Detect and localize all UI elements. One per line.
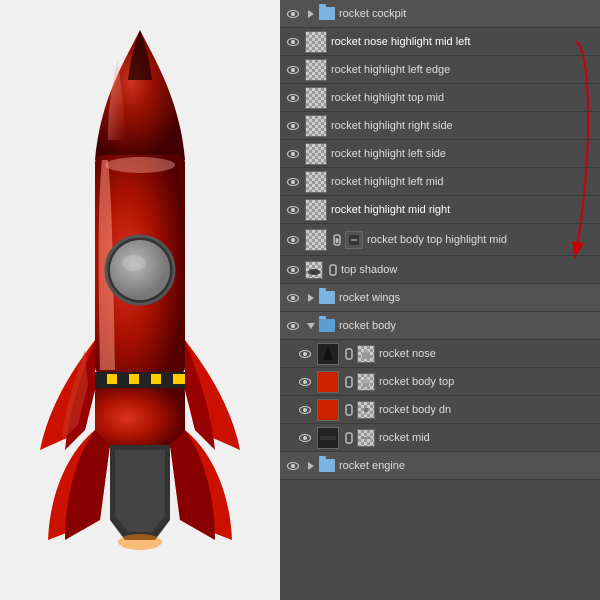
folder-icon xyxy=(319,291,335,304)
visibility-toggle[interactable] xyxy=(284,457,302,475)
layer-name: rocket highlight right side xyxy=(331,120,596,132)
layer-thumbnail xyxy=(305,87,327,109)
visibility-toggle[interactable] xyxy=(284,173,302,191)
layer-item[interactable]: rocket body top highlight mid xyxy=(280,224,600,256)
layer-name: rocket body top highlight mid xyxy=(367,234,596,246)
link-icon xyxy=(343,428,355,448)
layer-thumbnail xyxy=(305,31,327,53)
layer-name: rocket body xyxy=(339,320,596,332)
rocket-illustration-panel xyxy=(0,0,280,600)
layer-thumbnail xyxy=(305,115,327,137)
layer-name: rocket nose highlight mid left xyxy=(331,36,596,48)
layer-name: rocket mid xyxy=(379,432,596,444)
layer-mask-thumbnail xyxy=(357,373,375,391)
layer-mask-thumbnail xyxy=(357,429,375,447)
layer-thumbnail xyxy=(317,399,339,421)
layer-name: rocket body dn xyxy=(379,404,596,416)
layer-name: rocket wings xyxy=(339,292,596,304)
layer-item[interactable]: rocket highlight left side xyxy=(280,140,600,168)
layers-list[interactable]: rocket cockpit rocket nose highlight mid… xyxy=(280,0,600,600)
layer-item[interactable]: rocket highlight mid right xyxy=(280,196,600,224)
layer-name: rocket highlight left side xyxy=(331,148,596,160)
expand-icon[interactable] xyxy=(305,292,317,304)
layer-item[interactable]: rocket wings xyxy=(280,284,600,312)
visibility-toggle[interactable] xyxy=(284,145,302,163)
layer-item[interactable]: rocket highlight right side xyxy=(280,112,600,140)
layer-name: rocket engine xyxy=(339,460,596,472)
folder-icon xyxy=(319,7,335,20)
layer-item[interactable]: rocket highlight left edge xyxy=(280,56,600,84)
link-icon xyxy=(343,344,355,364)
link-icon xyxy=(331,230,343,250)
visibility-toggle[interactable] xyxy=(284,61,302,79)
layer-thumbnail xyxy=(305,143,327,165)
layer-name: rocket highlight left mid xyxy=(331,176,596,188)
expand-icon[interactable] xyxy=(305,460,317,472)
link-icon xyxy=(343,372,355,392)
layer-mask-thumbnail xyxy=(345,231,363,249)
layer-item[interactable]: rocket nose xyxy=(280,340,600,368)
link-icon xyxy=(343,400,355,420)
layer-name: rocket highlight mid right xyxy=(331,204,596,216)
link-icon xyxy=(327,260,339,280)
layer-item[interactable]: rocket cockpit xyxy=(280,0,600,28)
visibility-toggle[interactable] xyxy=(284,317,302,335)
layer-name: rocket highlight left edge xyxy=(331,64,596,76)
layer-name: rocket body top xyxy=(379,376,596,388)
layer-thumbnail xyxy=(305,171,327,193)
layers-panel: PS教程论坛 BBS.16XX8.COM rocket cockpit xyxy=(280,0,600,600)
visibility-toggle[interactable] xyxy=(284,231,302,249)
layer-name: top shadow xyxy=(341,264,596,276)
layer-item[interactable]: rocket body xyxy=(280,312,600,340)
visibility-toggle[interactable] xyxy=(284,117,302,135)
visibility-toggle[interactable] xyxy=(284,289,302,307)
layer-name: rocket highlight top mid xyxy=(331,92,596,104)
layer-name: rocket nose xyxy=(379,348,596,360)
visibility-toggle[interactable] xyxy=(284,33,302,51)
layer-item[interactable]: rocket highlight top mid xyxy=(280,84,600,112)
visibility-toggle[interactable] xyxy=(296,373,314,391)
visibility-toggle[interactable] xyxy=(284,5,302,23)
layer-thumbnail xyxy=(317,427,339,449)
visibility-toggle[interactable] xyxy=(284,89,302,107)
layer-thumbnail xyxy=(305,199,327,221)
layer-item[interactable]: rocket mid xyxy=(280,424,600,452)
layer-item[interactable]: rocket body dn xyxy=(280,396,600,424)
layer-name: rocket cockpit xyxy=(339,8,596,20)
expand-icon[interactable] xyxy=(305,8,317,20)
layer-thumbnail xyxy=(317,371,339,393)
layer-thumbnail xyxy=(317,343,339,365)
expand-icon[interactable] xyxy=(305,320,317,332)
layer-item[interactable]: rocket highlight left mid xyxy=(280,168,600,196)
layer-item[interactable]: top shadow xyxy=(280,256,600,284)
layer-item[interactable]: rocket nose highlight mid left xyxy=(280,28,600,56)
rocket-svg xyxy=(30,0,250,560)
layer-thumbnail xyxy=(305,59,327,81)
layer-thumbnail xyxy=(305,229,327,251)
layer-item[interactable]: rocket body top xyxy=(280,368,600,396)
folder-icon xyxy=(319,319,335,332)
folder-icon xyxy=(319,459,335,472)
visibility-toggle[interactable] xyxy=(284,201,302,219)
layer-thumbnail xyxy=(305,261,323,279)
visibility-toggle[interactable] xyxy=(296,401,314,419)
visibility-toggle[interactable] xyxy=(284,261,302,279)
layer-mask-thumbnail xyxy=(357,345,375,363)
layer-mask-thumbnail xyxy=(357,401,375,419)
visibility-toggle[interactable] xyxy=(296,429,314,447)
layer-item[interactable]: rocket engine xyxy=(280,452,600,480)
visibility-toggle[interactable] xyxy=(296,345,314,363)
